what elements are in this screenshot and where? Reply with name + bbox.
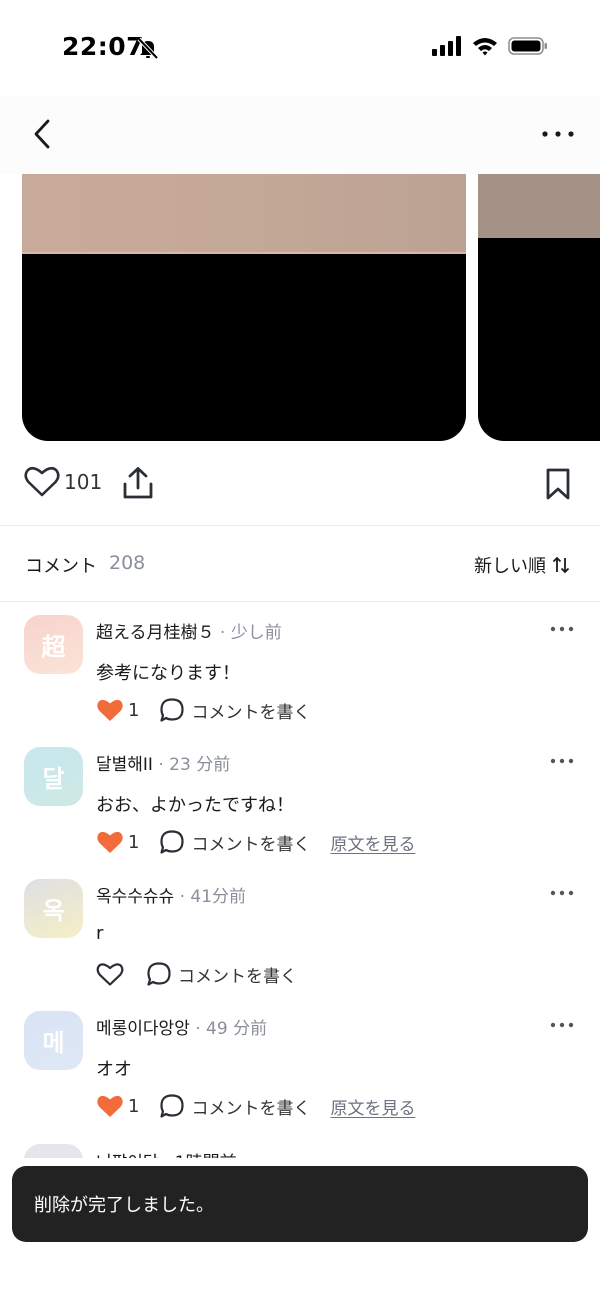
comment-more-icon[interactable]	[550, 887, 574, 899]
like-count: 101	[64, 470, 103, 494]
comments-header: コメント 208 新しい順	[0, 540, 600, 588]
comment-time: · 23 分前	[158, 755, 231, 775]
comment-reply-label: コメントを書く	[191, 834, 311, 855]
comment-reply-button[interactable]: コメントを書く	[159, 1093, 310, 1119]
heart-outline-icon	[96, 962, 124, 986]
comment-like-button[interactable]: 1	[96, 1094, 139, 1119]
heart-filled-icon	[97, 831, 123, 853]
comment-author[interactable]: 옥수수슈슈	[96, 887, 174, 907]
comment-text: 参考になります！	[96, 663, 240, 684]
status-indicators	[432, 36, 548, 56]
bottom-area: 削除が完了しました。	[0, 1158, 600, 1304]
heart-filled-icon	[97, 699, 123, 721]
like-button[interactable]: 101	[24, 466, 102, 498]
comment-reply-label: コメントを書く	[178, 966, 297, 987]
comment-like-count: 1	[128, 831, 140, 853]
comment-text: おお、よかったですね！	[96, 795, 294, 816]
avatar	[24, 1144, 83, 1158]
navigation-bar	[0, 96, 600, 174]
avatar[interactable]: 메	[24, 1011, 83, 1070]
comment-more-icon[interactable]	[550, 755, 574, 767]
post-actions: 101	[0, 456, 600, 512]
comment-author[interactable]: 달별해II	[96, 755, 153, 775]
comment-reply-label: コメントを書く	[191, 702, 311, 723]
wifi-icon	[473, 38, 497, 56]
comment-reply-button[interactable]: コメントを書く	[159, 697, 310, 723]
share-icon[interactable]	[122, 466, 154, 500]
comment-time: · 49 分前	[195, 1019, 268, 1039]
comment-text: オオ	[96, 1059, 132, 1080]
comment-more-icon[interactable]	[550, 623, 574, 635]
comment-item: 超 超える月桂樹５ · 少し前 参考になります！ 1 コメントを書く	[0, 615, 600, 747]
comments-divider	[0, 601, 600, 602]
status-bar: 22:07	[0, 0, 600, 96]
comment-item-partial: 너팔이당 · 1時間前	[0, 1144, 600, 1158]
comment-item: 옥 옥수수슈슈 · 41分前 r コメントを書く	[0, 879, 600, 1011]
comment-like-count: 1	[128, 699, 140, 721]
heart-outline-icon	[24, 466, 60, 497]
chevron-left-icon	[34, 119, 50, 149]
comment-author[interactable]: 超える月桂樹５	[96, 623, 215, 643]
comment-reply-label: コメントを書く	[191, 1098, 311, 1119]
media-carousel[interactable]	[0, 174, 600, 442]
avatar[interactable]: 옥	[24, 879, 83, 938]
section-divider	[0, 525, 600, 526]
speech-bubble-icon	[147, 962, 171, 986]
speech-bubble-icon	[160, 698, 185, 722]
comment-item: 메 메롱이다앙앙 · 49 分前 オオ 1 コメントを書く 原文を見る	[0, 1011, 600, 1143]
status-time: 22:07	[62, 32, 145, 61]
comments-title: コメント	[25, 556, 97, 577]
battery-icon	[508, 37, 547, 55]
toast-message: 削除が完了しました。	[34, 1195, 214, 1216]
view-original-link[interactable]: 原文を見る	[330, 1094, 415, 1119]
speech-bubble-icon	[160, 830, 185, 854]
sort-button[interactable]: 新しい順	[474, 552, 570, 578]
comment-like-button[interactable]: 1	[96, 698, 139, 723]
comment-text: r	[96, 923, 104, 944]
heart-filled-icon	[97, 1095, 123, 1117]
sort-label: 新しい順	[474, 556, 546, 577]
comment-like-count: 1	[128, 1095, 140, 1117]
media-image[interactable]	[22, 174, 466, 441]
comment-reply-button[interactable]: コメントを書く	[159, 829, 310, 855]
toast: 削除が完了しました。	[12, 1166, 588, 1242]
comment-item: 달 달별해II · 23 分前 おお、よかったですね！ 1 コメントを書く 原文…	[0, 747, 600, 879]
view-original-link[interactable]: 原文を見る	[330, 830, 415, 855]
avatar[interactable]: 超	[24, 615, 83, 674]
more-horizontal-icon	[542, 131, 574, 137]
bell-muted-icon	[137, 37, 159, 59]
back-button[interactable]	[26, 116, 58, 152]
comment-more-icon[interactable]	[550, 1019, 574, 1031]
post-more-button[interactable]	[538, 122, 578, 146]
comment-like-button[interactable]: 1	[96, 830, 139, 855]
media-image-next[interactable]	[478, 174, 600, 441]
avatar[interactable]: 달	[24, 747, 83, 806]
comments-count: 208	[109, 552, 146, 574]
comment-author-partial: 너팔이당 · 1時間前	[96, 1148, 237, 1158]
comment-reply-button[interactable]: コメントを書く	[146, 961, 297, 987]
comment-like-button[interactable]	[96, 962, 124, 987]
comment-time: · 少し前	[219, 623, 282, 643]
cellular-signal-icon	[432, 36, 461, 56]
speech-bubble-icon	[160, 1094, 185, 1118]
comment-time: · 41分前	[179, 887, 247, 907]
bookmark-icon[interactable]	[544, 468, 572, 500]
comment-author[interactable]: 메롱이다앙앙	[96, 1019, 190, 1039]
sort-arrows-icon	[552, 556, 570, 574]
